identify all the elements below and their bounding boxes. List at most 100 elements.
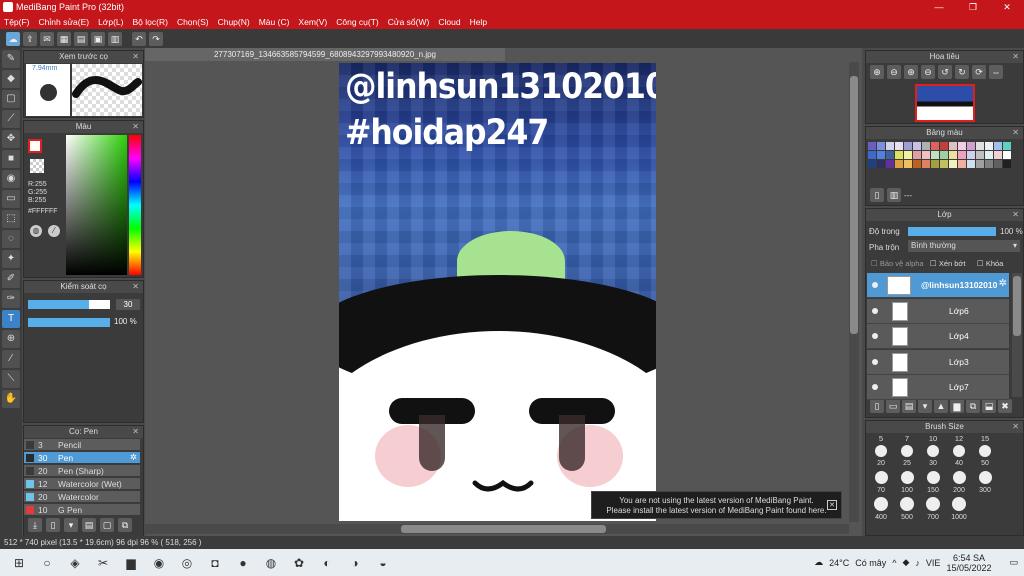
color-swatch[interactable]: [876, 150, 885, 159]
grid-icon[interactable]: ▦: [57, 31, 71, 46]
layer-up-icon[interactable]: ▲: [934, 399, 948, 413]
protect-alpha-checkbox[interactable]: ☐ Bảo vệ alpha: [871, 259, 924, 268]
color-swatch[interactable]: [966, 141, 975, 150]
gradient-tool-icon[interactable]: ▭: [2, 190, 20, 208]
layer-scroll-thumb[interactable]: [1013, 276, 1021, 336]
menu-cloud[interactable]: Cloud: [438, 17, 460, 27]
color-swatch[interactable]: [894, 159, 903, 168]
new-halftone-layer-icon[interactable]: ▭: [886, 399, 900, 413]
app-icon-1[interactable]: ◈: [64, 552, 86, 574]
layer-opacity-slider[interactable]: [908, 227, 996, 236]
app-icon-4[interactable]: ✿: [288, 552, 310, 574]
brush-size-option[interactable]: 500: [894, 497, 920, 522]
search-icon[interactable]: ○: [36, 552, 58, 574]
color-swatch[interactable]: [867, 150, 876, 159]
layer-scrollbar[interactable]: [1012, 273, 1022, 397]
rotate-left-icon[interactable]: ↺: [938, 65, 952, 79]
palette-swatches[interactable]: [867, 141, 1013, 168]
new-brush-icon[interactable]: ▯: [46, 518, 60, 532]
brush-size-slider[interactable]: [28, 300, 110, 309]
saturation-value-picker[interactable]: [66, 135, 127, 275]
merge-layer-icon[interactable]: ⬓: [982, 399, 996, 413]
upload-icon[interactable]: ⇪: [23, 31, 37, 46]
move-tool-icon[interactable]: ✥: [2, 130, 20, 148]
layout-icon[interactable]: ▣: [91, 31, 105, 46]
brush-size-option[interactable]: 40: [946, 445, 972, 470]
table-icon[interactable]: ▥: [108, 31, 122, 46]
new-layer-icon[interactable]: ▯: [870, 399, 884, 413]
color-swatch[interactable]: [903, 159, 912, 168]
magic-wand-icon[interactable]: ✦: [2, 250, 20, 268]
brush-tool-icon[interactable]: ✎: [2, 50, 20, 68]
vertical-scroll-thumb[interactable]: [850, 76, 858, 334]
menu-file[interactable]: Tệp(F): [4, 17, 30, 27]
delete-palette-icon[interactable]: ▥: [887, 188, 901, 202]
close-icon[interactable]: ✕: [132, 281, 139, 293]
brush-item[interactable]: 20 Watercolor: [24, 491, 140, 503]
close-icon[interactable]: ✕: [827, 500, 837, 510]
eye-icon[interactable]: [872, 307, 878, 314]
brush-size-option[interactable]: 100: [894, 471, 920, 496]
panel-icon[interactable]: ▤: [74, 31, 88, 46]
hand-tool-icon[interactable]: ✋: [2, 390, 20, 408]
color-swatch[interactable]: [921, 150, 930, 159]
color-swatch[interactable]: [1002, 159, 1011, 168]
layer-item[interactable]: Lớp3: [867, 349, 1009, 375]
color-swatch[interactable]: [903, 141, 912, 150]
download-brush-icon[interactable]: ⤓: [28, 518, 42, 532]
brush-size-option[interactable]: 15: [972, 434, 998, 444]
clock[interactable]: 6:54 SA 15/05/2022: [946, 553, 991, 573]
brush-item[interactable]: 3 Pencil: [24, 439, 140, 451]
color-swatch[interactable]: [912, 150, 921, 159]
brush-size-option[interactable]: 50: [972, 445, 998, 470]
hue-slider[interactable]: [129, 135, 141, 275]
brush-size-option[interactable]: 12: [946, 434, 972, 444]
select-tool-icon[interactable]: ⬚: [2, 210, 20, 228]
color-swatch[interactable]: [930, 150, 939, 159]
color-swatch[interactable]: [948, 150, 957, 159]
close-icon[interactable]: ✕: [132, 121, 139, 133]
volume-icon[interactable]: ♪: [915, 558, 920, 568]
horizontal-scroll-thumb[interactable]: [401, 525, 606, 533]
color-swatch[interactable]: [930, 159, 939, 168]
color-swatch[interactable]: [921, 159, 930, 168]
pen-tool-icon[interactable]: ⟋: [2, 110, 20, 128]
blend-mode-select[interactable]: Bình thường ▾: [908, 240, 1020, 252]
brush-size-value[interactable]: 30: [116, 299, 140, 310]
zoom-in-icon[interactable]: ⊕: [870, 65, 884, 79]
color-swatch[interactable]: [876, 141, 885, 150]
clipping-checkbox[interactable]: ☐ Xén bớt: [930, 259, 965, 268]
eye-icon[interactable]: [872, 282, 878, 288]
brush-item[interactable]: 20 Pen (Sharp): [24, 465, 140, 477]
brush-duplicate-icon[interactable]: ⧉: [118, 518, 132, 532]
brush-size-option[interactable]: 30: [920, 445, 946, 470]
menu-filter[interactable]: Bộ lọc(R): [133, 17, 168, 27]
color-swatch[interactable]: [948, 141, 957, 150]
chrome-icon-3[interactable]: ◒: [372, 552, 394, 574]
brush-size-option[interactable]: 70: [868, 471, 894, 496]
rotate-reset-icon[interactable]: ⟳: [972, 65, 986, 79]
menu-color[interactable]: Màu (C): [259, 17, 290, 27]
color-swatch[interactable]: [939, 150, 948, 159]
copy-layer-icon[interactable]: ⧉: [966, 399, 980, 413]
redo-icon[interactable]: ↷: [149, 31, 163, 46]
camera-icon[interactable]: ◘: [204, 552, 226, 574]
select-pen-icon[interactable]: ✐: [2, 270, 20, 288]
menu-select[interactable]: Chọn(S): [177, 17, 209, 27]
notification-center-icon[interactable]: ▭: [1009, 557, 1018, 568]
lock-checkbox[interactable]: ☐ Khóa: [977, 259, 1003, 268]
dot-tool-icon[interactable]: ▢: [2, 90, 20, 108]
brush-size-option[interactable]: 10: [920, 434, 946, 444]
color-swatch[interactable]: [912, 141, 921, 150]
brush-size-option[interactable]: 400: [868, 497, 894, 522]
brush-size-option[interactable]: 700: [920, 497, 946, 522]
color-swatch[interactable]: [975, 159, 984, 168]
layer-item[interactable]: Lớp7: [867, 375, 1009, 400]
tray-chevron-icon[interactable]: ^: [892, 558, 896, 568]
color-swatch[interactable]: [876, 159, 885, 168]
color-swatch[interactable]: [975, 150, 984, 159]
color-swatch[interactable]: [939, 141, 948, 150]
delete-layer-icon[interactable]: ✖: [998, 399, 1012, 413]
color-swatch[interactable]: [948, 159, 957, 168]
close-icon[interactable]: ✕: [1012, 51, 1019, 63]
